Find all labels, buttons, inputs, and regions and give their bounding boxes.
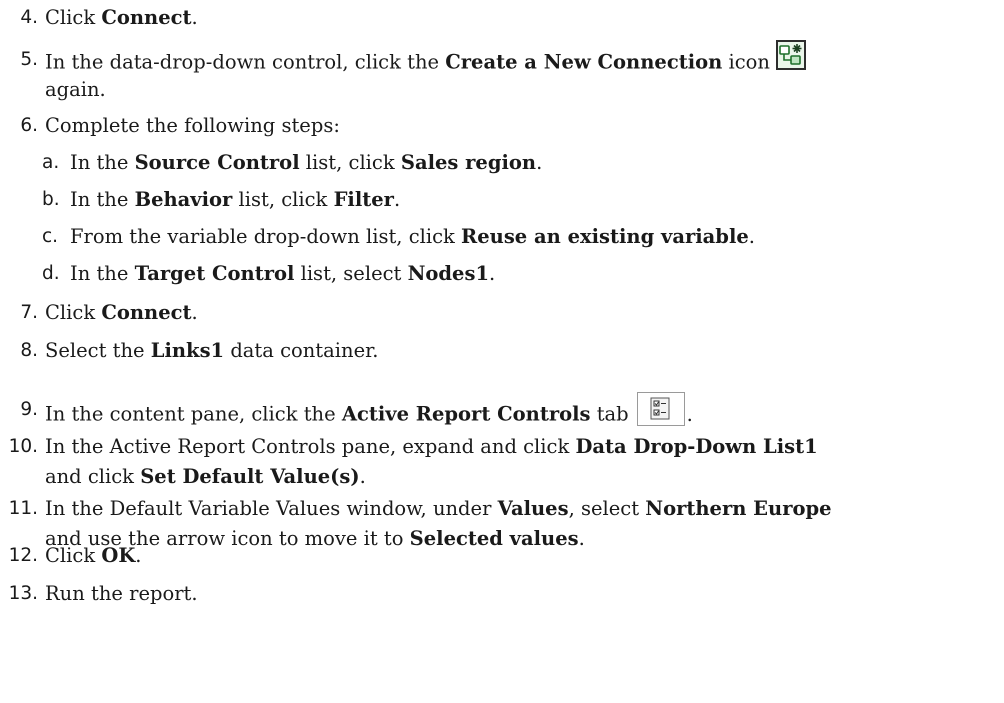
step-number: 10. (8, 436, 38, 457)
step-text: . (393, 188, 401, 211)
step-body: and click Set Default Value(s). (45, 465, 366, 489)
bold-term: Behavior (134, 188, 233, 211)
bold-term: Northern Europe (645, 497, 832, 520)
step-body: Complete the following steps: (45, 114, 340, 138)
substep-letter: b. (42, 189, 60, 210)
bold-term: Values (497, 497, 569, 520)
step-text: In the Active Report Controls pane, expa… (45, 435, 576, 458)
step-text: Click (45, 6, 102, 29)
bold-term: Target Control (134, 262, 295, 285)
bold-term: Reuse an existing variable (461, 225, 749, 248)
bold-term: Active Report Controls (341, 402, 591, 426)
step-body: In the Behavior list, click Filter. (70, 188, 400, 212)
bold-term: Set Default Value(s) (140, 465, 360, 488)
bold-term: Create a New Connection (445, 50, 723, 74)
bold-term: Data Drop-Down List1 (575, 435, 818, 458)
step-text: and click (45, 465, 141, 488)
substep-letter: d. (42, 263, 60, 284)
step-body: Select the Links1 data container. (45, 339, 379, 363)
step-text: tab (590, 402, 629, 426)
step-text: data container. (224, 339, 379, 362)
step-text: . (686, 402, 693, 426)
step-body: Run the report. (45, 582, 198, 606)
step-body: From the variable drop-down list, click … (70, 225, 755, 249)
step-text: list, select (294, 262, 408, 285)
substep-letter: a. (42, 152, 60, 173)
step-text: . (135, 544, 142, 567)
step-number: 8. (20, 340, 38, 361)
step-text: In the Default Variable Values window, u… (45, 497, 498, 520)
step-body: In the Target Control list, select Nodes… (70, 262, 495, 286)
step-body: again. (45, 78, 106, 102)
step-body: In the Active Report Controls pane, expa… (45, 435, 818, 459)
step-text: From the variable drop-down list, click (70, 225, 462, 248)
step-body: Click Connect. (45, 6, 198, 30)
step-body: Click Connect. (45, 301, 198, 325)
step-text: In the (70, 151, 135, 174)
step-text: , select (568, 497, 646, 520)
step-text: . (748, 225, 755, 248)
step-number: 4. (20, 7, 38, 28)
step-text: In the (70, 262, 135, 285)
step-text: list, click (299, 151, 401, 174)
bold-term: Connect (101, 301, 192, 324)
step-body: In the content pane, click the Active Re… (45, 392, 693, 432)
step-text: . (191, 301, 198, 324)
bold-term: Sales region (400, 151, 537, 174)
step-text: icon (722, 50, 770, 74)
step-number: 9. (20, 399, 38, 420)
step-body: In the Default Variable Values window, u… (45, 497, 832, 521)
bold-term: Selected values (409, 527, 579, 550)
bold-term: Source Control (134, 151, 300, 174)
step-text: In the data-drop-down control, click the (45, 50, 446, 74)
step-body: In the Source Control list, click Sales … (70, 151, 542, 175)
create-new-connection-icon (775, 40, 806, 70)
bold-term: Nodes1 (407, 262, 490, 285)
step-text: . (578, 527, 585, 550)
bold-term: Links1 (150, 339, 225, 362)
step-number: 13. (8, 583, 38, 604)
step-number: 5. (20, 49, 38, 70)
step-text: Click (45, 301, 102, 324)
step-number: 7. (20, 302, 38, 323)
step-text: In the content pane, click the (45, 402, 342, 426)
step-text: . (489, 262, 496, 285)
step-text: . (191, 6, 198, 29)
bold-term: Filter (333, 188, 394, 211)
active-report-controls-tab-icon (636, 392, 685, 426)
step-body: Click OK. (45, 544, 141, 568)
step-text: again. (45, 78, 106, 101)
step-text: list, click (232, 188, 334, 211)
step-number: 11. (8, 498, 38, 519)
step-text: Select the (45, 339, 151, 362)
bold-term: OK (101, 544, 136, 567)
bold-term: Connect (101, 6, 192, 29)
step-text: . (359, 465, 366, 488)
step-text: In the (70, 188, 135, 211)
substep-letter: c. (42, 226, 59, 247)
step-text: Click (45, 544, 102, 567)
step-body: In the data-drop-down control, click the… (45, 40, 806, 78)
step-text: Run the report. (45, 582, 198, 605)
step-text: Complete the following steps: (45, 114, 340, 137)
step-number: 12. (8, 545, 38, 566)
step-number: 6. (20, 115, 38, 136)
step-text: . (536, 151, 543, 174)
